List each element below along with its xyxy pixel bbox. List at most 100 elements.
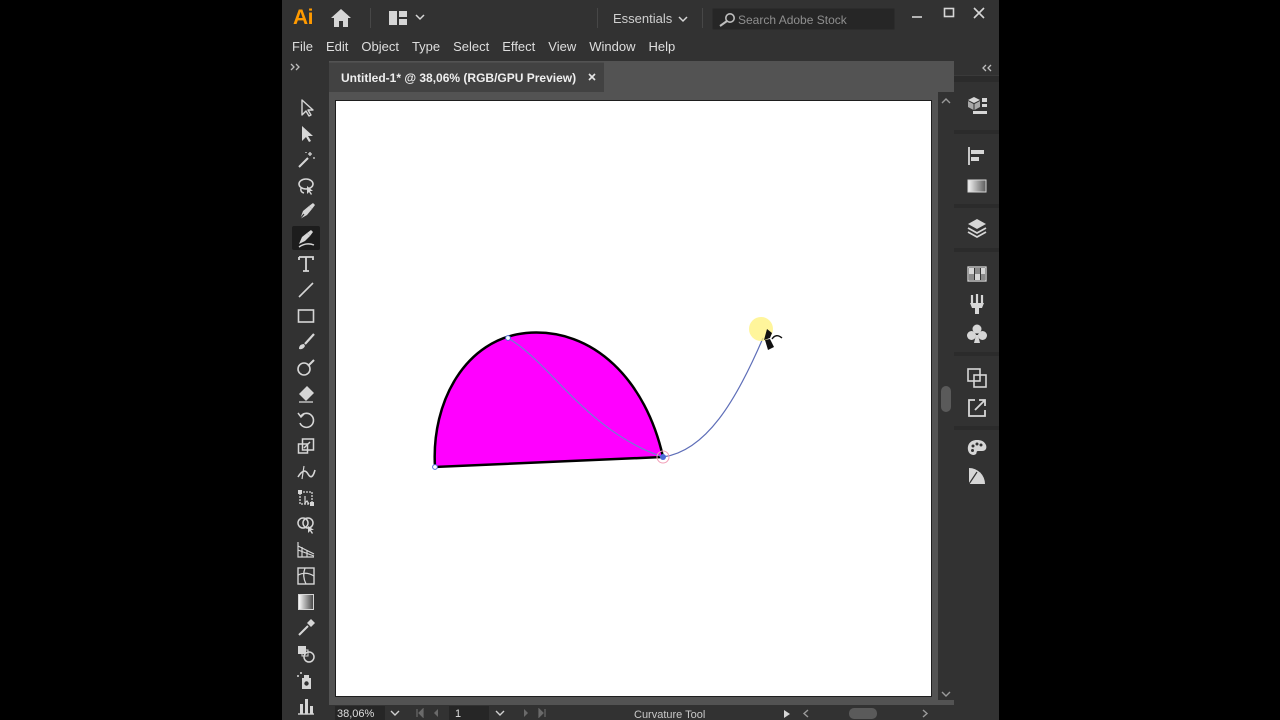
gradient-panel-button[interactable] bbox=[965, 174, 989, 198]
menu-edit[interactable]: Edit bbox=[320, 36, 355, 58]
swatches-panel-button[interactable] bbox=[965, 262, 989, 286]
chevron-down-icon[interactable] bbox=[678, 15, 688, 23]
menu-select[interactable]: Select bbox=[447, 36, 496, 58]
export-panel-button[interactable] bbox=[965, 396, 989, 420]
pen-tool[interactable] bbox=[292, 200, 320, 224]
menu-type[interactable]: Type bbox=[406, 36, 447, 58]
collapse-panels-icon[interactable] bbox=[980, 63, 994, 73]
menu-window[interactable]: Window bbox=[583, 36, 642, 58]
first-artboard-icon[interactable] bbox=[415, 708, 425, 718]
gradient-tool[interactable] bbox=[292, 590, 320, 614]
maximize-button[interactable] bbox=[938, 4, 960, 22]
menu-object[interactable]: Object bbox=[355, 36, 406, 58]
panel-group bbox=[954, 252, 999, 352]
chevron-down-icon[interactable] bbox=[941, 690, 951, 698]
menu-help[interactable]: Help bbox=[642, 36, 682, 58]
workspace-switcher[interactable]: Essentials bbox=[613, 11, 672, 26]
menu-view[interactable]: View bbox=[542, 36, 583, 58]
chevron-down-icon[interactable] bbox=[415, 13, 425, 21]
mesh-tool[interactable] bbox=[292, 564, 320, 588]
brushes-panel-button[interactable] bbox=[965, 292, 989, 316]
line-segment-icon bbox=[298, 282, 314, 298]
chevron-down-icon[interactable] bbox=[390, 710, 400, 717]
swatches-grid-icon bbox=[967, 266, 987, 282]
horizontal-scroll-thumb[interactable] bbox=[849, 708, 877, 719]
app-logo: Ai bbox=[293, 6, 314, 29]
chevron-left-icon[interactable] bbox=[802, 709, 810, 718]
play-triangle-icon[interactable] bbox=[783, 710, 791, 718]
next-artboard-icon[interactable] bbox=[521, 708, 531, 718]
direct-selection-tool[interactable] bbox=[292, 122, 320, 146]
symbol-sprayer-icon bbox=[297, 672, 311, 689]
selection-tool[interactable] bbox=[292, 96, 320, 120]
artboard-number-field[interactable]: 1 bbox=[449, 706, 489, 720]
close-tab-icon[interactable] bbox=[585, 70, 599, 84]
scale-icon bbox=[297, 438, 315, 454]
stock-search-box[interactable] bbox=[712, 8, 895, 30]
document-tab[interactable]: Untitled-1* @ 38,06% (RGB/GPU Preview) bbox=[329, 62, 604, 92]
collapse-toolbar-icon[interactable] bbox=[288, 62, 302, 72]
vertical-scrollbar[interactable] bbox=[938, 92, 954, 700]
chevron-up-icon[interactable] bbox=[941, 97, 951, 105]
symbol-sprayer-tool[interactable] bbox=[292, 668, 320, 692]
chevron-right-icon[interactable] bbox=[921, 709, 929, 718]
artwork[interactable] bbox=[336, 101, 933, 698]
type-tool[interactable] bbox=[292, 252, 320, 276]
close-window-button[interactable] bbox=[968, 4, 990, 22]
zoom-level-field[interactable]: 38,06% bbox=[335, 706, 385, 720]
anchor-point[interactable] bbox=[505, 335, 511, 341]
status-tool-name[interactable]: Curvature Tool bbox=[634, 709, 705, 720]
curvature-tool[interactable] bbox=[292, 226, 320, 250]
lasso-tool[interactable] bbox=[292, 174, 320, 198]
perspective-grid-tool[interactable] bbox=[292, 538, 320, 562]
eraser-tool[interactable] bbox=[292, 382, 320, 406]
vertical-scroll-thumb[interactable] bbox=[941, 386, 951, 412]
width-tool[interactable] bbox=[292, 460, 320, 484]
pathfinder-panel-button[interactable] bbox=[965, 366, 989, 390]
curvature-pen-icon bbox=[298, 230, 315, 248]
anchor-point[interactable] bbox=[660, 454, 666, 460]
home-icon[interactable] bbox=[330, 8, 352, 28]
minimize-button[interactable] bbox=[906, 4, 928, 22]
menu-file[interactable]: File bbox=[286, 36, 320, 58]
scale-tool[interactable] bbox=[292, 434, 320, 458]
layers-panel-button[interactable] bbox=[965, 216, 989, 240]
last-artboard-icon[interactable] bbox=[537, 708, 547, 718]
line-segment-tool[interactable] bbox=[292, 278, 320, 302]
free-transform-tool[interactable] bbox=[292, 486, 320, 510]
color-guide-icon bbox=[968, 468, 985, 485]
shaper-tool[interactable] bbox=[292, 356, 320, 380]
canvas[interactable] bbox=[329, 92, 938, 700]
paintbrush-tool[interactable] bbox=[292, 330, 320, 354]
column-graph-tool[interactable] bbox=[292, 694, 320, 718]
brushes-icon bbox=[970, 294, 984, 314]
color-panel-button[interactable] bbox=[965, 436, 989, 460]
artboard[interactable] bbox=[335, 100, 932, 697]
blend-tool[interactable] bbox=[292, 642, 320, 666]
shape-builder-icon bbox=[297, 517, 314, 534]
divider bbox=[597, 8, 598, 28]
pathfinder-icon bbox=[967, 368, 987, 388]
align-panel-button[interactable] bbox=[965, 144, 989, 168]
shape-builder-tool[interactable] bbox=[292, 512, 320, 536]
rotate-tool[interactable] bbox=[292, 408, 320, 432]
magic-wand-tool[interactable] bbox=[292, 148, 320, 172]
rectangle-tool[interactable] bbox=[292, 304, 320, 328]
panel-dock bbox=[954, 61, 999, 720]
divider bbox=[702, 8, 703, 28]
symbols-club-icon bbox=[967, 324, 987, 343]
arrange-documents-icon[interactable] bbox=[388, 10, 408, 26]
chevron-down-icon[interactable] bbox=[495, 710, 505, 717]
anchor-point[interactable] bbox=[432, 464, 438, 470]
libraries-panel-button[interactable] bbox=[965, 93, 989, 117]
eyedropper-tool[interactable] bbox=[292, 616, 320, 640]
stock-search-input[interactable] bbox=[738, 11, 888, 28]
color-palette-icon bbox=[967, 440, 987, 455]
gradient-icon bbox=[298, 594, 314, 610]
color-guide-panel-button[interactable] bbox=[965, 464, 989, 488]
symbols-panel-button[interactable] bbox=[965, 322, 989, 346]
menu-effect[interactable]: Effect bbox=[496, 36, 542, 58]
magic-wand-icon bbox=[298, 152, 315, 168]
magenta-dome-path[interactable] bbox=[433, 331, 665, 469]
previous-artboard-icon[interactable] bbox=[431, 708, 441, 718]
